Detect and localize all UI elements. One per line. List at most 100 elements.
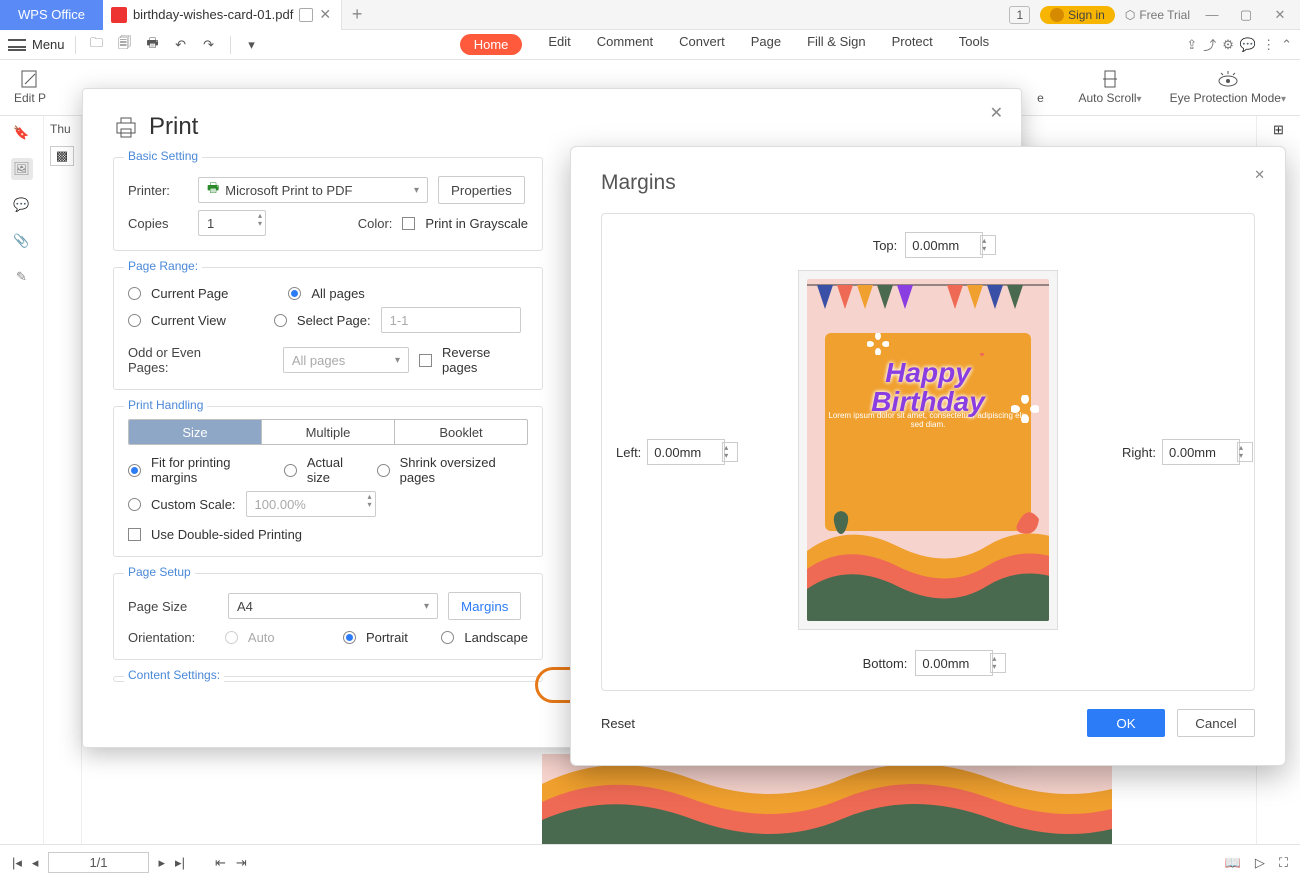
cloud-icon[interactable]: ⤴	[1203, 35, 1216, 54]
crown-icon: ⬡	[1125, 8, 1135, 22]
orientation-portrait-radio[interactable]	[343, 631, 356, 644]
tab-count-badge[interactable]: 1	[1009, 6, 1030, 24]
status-reading-mode-icon[interactable]: 📖	[1225, 855, 1241, 871]
menu-page[interactable]: Page	[751, 34, 781, 55]
menu-button[interactable]: Menu	[32, 37, 65, 52]
status-last-page[interactable]: ▸|	[175, 855, 185, 871]
landscape-label: Landscape	[464, 630, 528, 645]
more-icon[interactable]: ⋮	[1262, 37, 1275, 53]
fit-margins-radio[interactable]	[128, 464, 141, 477]
thumbnails-icon[interactable]: 🖼	[11, 158, 33, 180]
odd-even-select[interactable]: All pages▾	[283, 347, 409, 373]
menu-tools[interactable]: Tools	[959, 34, 989, 55]
ribbon-autoscroll[interactable]: Auto Scroll▾	[1079, 69, 1142, 106]
maximize-button[interactable]: ▢	[1234, 7, 1258, 23]
seg-size[interactable]: Size	[129, 420, 262, 444]
redo-icon[interactable]: ↷	[198, 37, 220, 53]
printer-select[interactable]: 🖶Microsoft Print to PDF▾	[198, 177, 428, 203]
share-icon[interactable]: ⇪	[1186, 37, 1197, 53]
minimize-button[interactable]: —	[1200, 7, 1224, 22]
save-icon[interactable]: 🗐	[114, 34, 136, 56]
print-dialog-close[interactable]: ✕	[990, 103, 1003, 123]
margins-preview: Lorem ipsum dolor sit amet, consectetuer…	[798, 270, 1058, 630]
printer-device-icon: 🖶	[207, 179, 219, 201]
status-page-input[interactable]: 1/1	[48, 852, 148, 873]
status-prev-page[interactable]: ◂	[32, 855, 39, 871]
app-badge: WPS Office	[0, 0, 103, 30]
comments-icon[interactable]: 💬	[11, 194, 33, 216]
menu-fill-sign[interactable]: Fill & Sign	[807, 34, 866, 55]
feedback-icon[interactable]: 💬	[1240, 37, 1256, 53]
status-first-page[interactable]: |◂	[12, 855, 22, 871]
printer-properties-button[interactable]: Properties	[438, 176, 525, 204]
custom-scale-input[interactable]: 100.00%	[246, 491, 376, 517]
signature-icon[interactable]: ✎	[11, 266, 33, 288]
seg-multiple[interactable]: Multiple	[262, 420, 395, 444]
margin-top-label: Top:	[873, 238, 898, 253]
custom-scale-radio[interactable]	[128, 498, 141, 511]
orientation-landscape-radio[interactable]	[441, 631, 454, 644]
hamburger-icon[interactable]	[8, 39, 26, 51]
margins-button[interactable]: Margins	[448, 592, 521, 620]
status-fullscreen-icon[interactable]: ⛶	[1279, 855, 1288, 871]
open-icon[interactable]: 🗀	[86, 34, 108, 56]
settings-icon[interactable]: ⚙	[1222, 37, 1234, 53]
double-sided-checkbox[interactable]	[128, 528, 141, 541]
select-page-radio[interactable]	[274, 314, 287, 327]
reverse-checkbox[interactable]	[419, 354, 432, 367]
right-tool-1-icon[interactable]: ⊞	[1273, 122, 1284, 138]
margins-reset-button[interactable]: Reset	[601, 716, 635, 731]
margin-right-input[interactable]: 0.00mm	[1162, 439, 1240, 465]
page-size-select[interactable]: A4▾	[228, 593, 438, 619]
undo-icon[interactable]: ↶	[170, 37, 192, 53]
free-trial-button[interactable]: ⬡Free Trial	[1125, 8, 1190, 22]
avatar-icon	[1050, 8, 1064, 22]
ribbon-edit-peek[interactable]: Edit P	[14, 69, 46, 105]
margin-left-input[interactable]: 0.00mm	[647, 439, 725, 465]
tab-restore-icon[interactable]	[299, 8, 313, 22]
menu-protect[interactable]: Protect	[892, 34, 933, 55]
thumbnails-panel: Thu ▩	[44, 116, 82, 844]
copies-input[interactable]: 1	[198, 210, 266, 236]
custom-label: Custom Scale:	[151, 497, 236, 512]
tab-close-icon[interactable]: ✕	[319, 6, 331, 23]
margin-top-input[interactable]: 0.00mm	[905, 232, 983, 258]
select-page-label: Select Page:	[297, 313, 371, 328]
current-view-radio[interactable]	[128, 314, 141, 327]
new-tab-button[interactable]: +	[342, 4, 372, 25]
actual-size-radio[interactable]	[284, 464, 297, 477]
ribbon-right-peek[interactable]: e	[1031, 69, 1051, 105]
bookmark-icon[interactable]: 🔖	[11, 122, 33, 144]
seg-booklet[interactable]: Booklet	[395, 420, 527, 444]
status-next-page[interactable]: ▸	[159, 855, 166, 871]
margins-ok-button[interactable]: OK	[1087, 709, 1165, 737]
menu-convert[interactable]: Convert	[679, 34, 725, 55]
all-pages-radio[interactable]	[288, 287, 301, 300]
attachments-icon[interactable]: 📎	[11, 230, 33, 252]
status-nav-left[interactable]: ⇤	[215, 855, 226, 871]
dropdown-icon[interactable]: ▾	[241, 37, 263, 53]
close-window-button[interactable]: ✕	[1268, 7, 1292, 23]
current-view-label: Current View	[151, 313, 226, 328]
thumbnail-item[interactable]: ▩	[50, 146, 74, 166]
margins-dialog-close[interactable]: ✕	[1254, 167, 1265, 183]
current-page-radio[interactable]	[128, 287, 141, 300]
menu-home[interactable]: Home	[460, 34, 523, 55]
menu-edit[interactable]: Edit	[548, 34, 570, 55]
select-page-input[interactable]: 1-1	[381, 307, 521, 333]
shrink-radio[interactable]	[377, 464, 390, 477]
sign-in-button[interactable]: Sign in	[1040, 6, 1115, 24]
status-play-icon[interactable]: ▷	[1255, 855, 1265, 871]
document-tab[interactable]: birthday-wishes-card-01.pdf ✕	[103, 0, 342, 30]
margins-cancel-button[interactable]: Cancel	[1177, 709, 1255, 737]
margin-bottom-input[interactable]: 0.00mm	[915, 650, 993, 676]
handling-segment[interactable]: Size Multiple Booklet	[128, 419, 528, 445]
print-icon[interactable]: 🖶	[142, 34, 164, 56]
menu-comment[interactable]: Comment	[597, 34, 653, 55]
margins-preview-group: Top: 0.00mm Left: 0.00mm Right: 0.00mm L…	[601, 213, 1255, 691]
flower-icon	[1011, 395, 1039, 423]
status-nav-right[interactable]: ⇥	[236, 855, 247, 871]
grayscale-checkbox[interactable]	[402, 217, 415, 230]
ribbon-eye-protection[interactable]: Eye Protection Mode▾	[1170, 69, 1286, 106]
collapse-ribbon-icon[interactable]: ⌃	[1281, 37, 1292, 53]
